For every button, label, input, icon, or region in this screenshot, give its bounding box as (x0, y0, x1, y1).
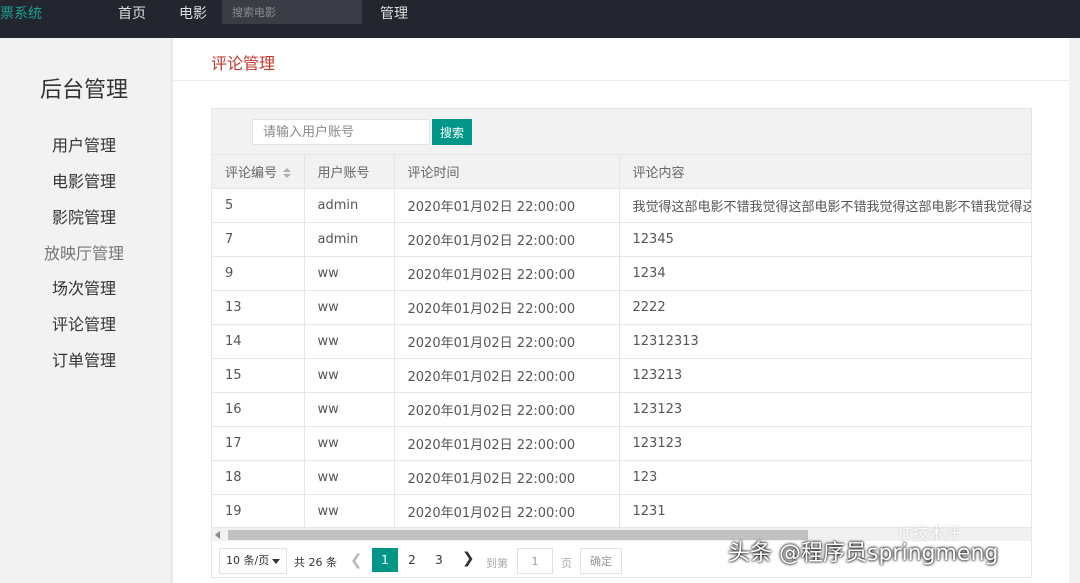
sidebar-title: 后台管理 (39, 78, 128, 103)
cell-comment-id: 18 (212, 460, 305, 495)
nav-home-link[interactable]: 首页 (118, 3, 146, 23)
goto-page-input[interactable] (517, 548, 553, 574)
cell-comment-content: 123 (619, 460, 1031, 495)
cell-user-account: admin (304, 222, 395, 257)
table-header-row: 评论编号 用户账号 评论时间 评论内容 (212, 155, 1031, 189)
cell-comment-content: 1234 (619, 256, 1031, 291)
caret-down-icon (272, 559, 280, 564)
goto-confirm-button[interactable]: 确定 (580, 548, 622, 574)
cell-comment-id: 17 (212, 426, 305, 461)
scroll-left-arrow-icon[interactable] (215, 531, 220, 539)
brand-logo-text[interactable]: 票系统 (0, 3, 42, 23)
page-size-select[interactable]: 10 条/页 (219, 548, 287, 574)
sidebar-item-orders[interactable]: 订单管理 (0, 347, 168, 371)
title-divider (173, 80, 1069, 81)
cell-comment-time: 2020年01月02日 22:00:00 (394, 188, 620, 223)
chevron-right-icon[interactable]: ❯ (462, 549, 475, 567)
cell-comment-time: 2020年01月02日 22:00:00 (394, 494, 620, 529)
goto-label: 到第 (486, 557, 508, 570)
cell-user-account: ww (304, 426, 395, 461)
sidebar-item-screenings[interactable]: 场次管理 (0, 275, 168, 299)
cell-comment-time: 2020年01月02日 22:00:00 (394, 392, 620, 427)
table-row[interactable]: 13 ww 2020年01月02日 22:00:00 2222 (212, 290, 1031, 325)
cell-comment-time: 2020年01月02日 22:00:00 (394, 222, 620, 257)
cell-comment-id: 19 (212, 494, 305, 529)
chevron-left-icon[interactable]: ❮ (350, 551, 363, 569)
cell-comment-content: 12345 (619, 222, 1031, 257)
cell-comment-id: 16 (212, 392, 305, 427)
table-row[interactable]: 14 ww 2020年01月02日 22:00:00 12312313 (212, 324, 1031, 359)
page-size-value: 10 条/页 (226, 554, 270, 567)
sidebar-item-users[interactable]: 用户管理 (0, 132, 168, 156)
col-header-user-account: 用户账号 (304, 155, 395, 189)
page-unit-label: 页 (561, 557, 572, 570)
table-row[interactable]: 18 ww 2020年01月02日 22:00:00 123 (212, 460, 1031, 495)
table-row[interactable]: 9 ww 2020年01月02日 22:00:00 1234 (212, 256, 1031, 291)
nav-movie-link[interactable]: 电影 (179, 3, 207, 23)
cell-comment-time: 2020年01月02日 22:00:00 (394, 358, 620, 393)
cell-comment-id: 13 (212, 290, 305, 325)
cell-comment-id: 15 (212, 358, 305, 393)
nav-search-input[interactable] (222, 0, 362, 24)
cell-user-account: admin (304, 188, 395, 223)
table-row[interactable]: 5 admin 2020年01月02日 22:00:00 我觉得这部电影不错我觉得这部… (212, 188, 1031, 223)
cell-user-account: ww (304, 324, 395, 359)
table-row[interactable]: 15 ww 2020年01月02日 22:00:00 123213 (212, 358, 1031, 393)
sidebar-item-halls[interactable]: 放映厅管理 (0, 240, 168, 264)
cell-comment-content: 我觉得这部电影不错我觉得这部电影不错我觉得这部电影不错我觉得这部电影不错 (619, 188, 1031, 223)
cell-comment-id: 9 (212, 256, 305, 291)
cell-comment-content: 12312313 (619, 324, 1031, 359)
cell-comment-time: 2020年01月02日 22:00:00 (394, 324, 620, 359)
nav-manage-link[interactable]: 管理 (380, 3, 408, 23)
cell-user-account: ww (304, 358, 395, 393)
sidebar-item-movies[interactable]: 电影管理 (0, 168, 168, 192)
table-toolbar: 搜索 (212, 109, 1031, 155)
cell-user-account: ww (304, 290, 395, 325)
cell-comment-id: 5 (212, 188, 305, 223)
scrollbar-thumb[interactable] (228, 530, 808, 540)
cell-comment-time: 2020年01月02日 22:00:00 (394, 426, 620, 461)
page-button-1[interactable]: 1 (372, 548, 398, 572)
total-count: 共 26 条 (294, 556, 337, 569)
top-nav-bar: 票系统 首页 电影 管理 (0, 0, 1080, 38)
page-button-3[interactable]: 3 (426, 548, 452, 572)
cell-comment-time: 2020年01月02日 22:00:00 (394, 460, 620, 495)
sidebar-item-cinemas[interactable]: 影院管理 (0, 204, 168, 228)
comment-table-container: 搜索 评论编号 用户账号 评论时间 评论内容 5admin2020年01月02日… (211, 108, 1032, 578)
page-title: 评论管理 (211, 54, 276, 73)
cell-user-account: ww (304, 392, 395, 427)
sidebar-item-comments[interactable]: 评论管理 (0, 311, 168, 335)
user-account-search-input[interactable] (252, 119, 430, 145)
cell-user-account: ww (304, 460, 395, 495)
table-row[interactable]: 7 admin 2020年01月02日 22:00:00 12345 (212, 222, 1031, 257)
cell-comment-time: 2020年01月02日 22:00:00 (394, 290, 620, 325)
comment-table: 评论编号 用户账号 评论时间 评论内容 5 admin 2020年01月02日 22… (212, 155, 1031, 529)
table-row[interactable]: 16 ww 2020年01月02日 22:00:00 123123 (212, 392, 1031, 427)
cell-comment-content: 1231 (619, 494, 1031, 529)
cell-comment-content: 123123 (619, 392, 1031, 427)
cell-user-account: ww (304, 256, 395, 291)
page-button-2[interactable]: 2 (399, 548, 425, 572)
admin-sidebar: 后台管理 用户管理 电影管理 影院管理 放映厅管理 场次管理 评论管理 订单管理 (0, 38, 172, 583)
cell-comment-time: 2020年01月02日 22:00:00 (394, 256, 620, 291)
col-header-comment-time: 评论时间 (394, 155, 620, 189)
watermark-text: 头条 @程序员springmeng (728, 541, 999, 566)
table-row[interactable]: 17 ww 2020年01月02日 22:00:00 123123 (212, 426, 1031, 461)
col-header-label: 评论编号 (225, 165, 278, 181)
sort-icon[interactable] (283, 168, 292, 179)
col-header-comment-content: 评论内容 (619, 155, 1031, 189)
cell-comment-content: 2222 (619, 290, 1031, 325)
cell-comment-id: 7 (212, 222, 305, 257)
cell-user-account: ww (304, 494, 395, 529)
main-panel: 评论管理 搜索 评论编号 用户账号 评论时间 评论内容 5admin2020年0… (173, 38, 1069, 583)
search-button[interactable]: 搜索 (432, 119, 472, 145)
cell-comment-content: 123123 (619, 426, 1031, 461)
cell-comment-content: 123213 (619, 358, 1031, 393)
col-header-comment-id[interactable]: 评论编号 (212, 155, 305, 189)
cell-comment-id: 14 (212, 324, 305, 359)
